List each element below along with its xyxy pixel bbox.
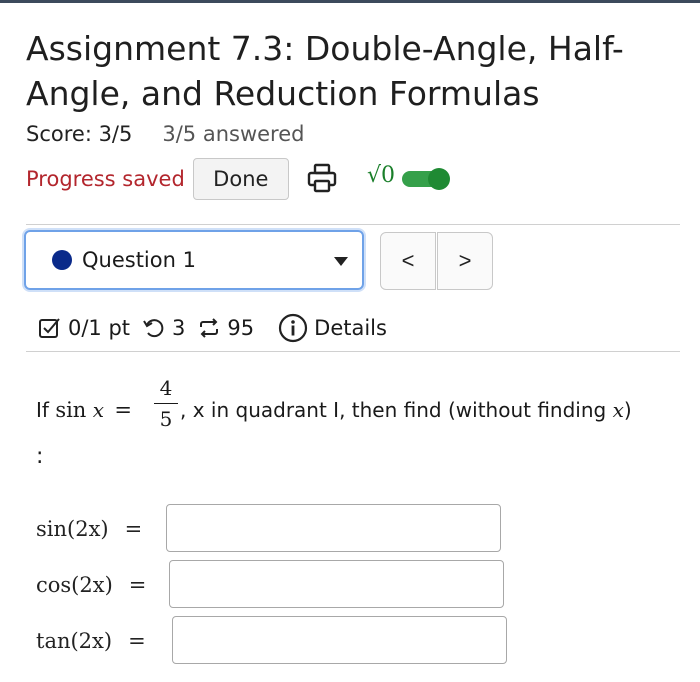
sin-2x-input[interactable] — [166, 504, 501, 552]
answer-row-cos: cos(2x) = — [36, 560, 146, 610]
divider — [26, 351, 680, 352]
answer-equals: = — [128, 573, 147, 597]
answer-row-tan: tan(2x) = — [36, 616, 146, 666]
question-select-label: Question 1 — [82, 248, 196, 272]
problem-text-var: x — [612, 398, 624, 422]
score-row: Score: 3/5 3/5 answered — [26, 122, 304, 146]
toggle-knob — [428, 168, 450, 190]
fraction-bar — [154, 403, 178, 404]
details-link[interactable]: Details — [314, 316, 387, 340]
retries-count: 3 — [172, 316, 186, 340]
answered-count: 3/5 answered — [162, 122, 305, 146]
printer-icon[interactable] — [306, 162, 338, 194]
score-text: Score: 3/5 — [26, 122, 133, 146]
page-title: Assignment 7.3: Double-Angle, Half-Angle… — [26, 29, 624, 113]
question-meta-row: 0/1 pt 3 95 Details — [38, 310, 387, 346]
top-border — [0, 0, 700, 3]
progress-row: Progress saved Done — [26, 158, 289, 200]
problem-text: x in quadrant I, then find (without find… — [186, 398, 613, 422]
problem-equals: = — [114, 398, 132, 422]
answer-equals: = — [128, 629, 146, 653]
math-entry-toggle[interactable] — [402, 168, 450, 190]
fraction-denominator: 5 — [159, 407, 173, 431]
repeat-icon — [200, 318, 219, 338]
points-text: 0/1 pt — [68, 316, 131, 340]
previous-question-button[interactable]: < — [380, 232, 436, 290]
question-status-dot — [52, 250, 72, 270]
problem-statement: If sin x = 4 5 , x in quadrant I, then f… — [36, 376, 686, 440]
problem-func: sin — [55, 398, 87, 422]
answer-equals: = — [124, 517, 143, 541]
tan-2x-input[interactable] — [172, 616, 507, 664]
attempts-count: 95 — [227, 316, 255, 340]
answer-row-sin: sin(2x) = — [36, 504, 142, 554]
info-icon[interactable] — [278, 313, 308, 343]
answer-label-cos: cos(2x) — [36, 573, 113, 597]
fraction-numerator: 4 — [159, 376, 173, 400]
problem-prefix: If — [36, 398, 49, 422]
checkbox-pencil-icon — [39, 318, 60, 338]
next-question-button[interactable]: > — [437, 232, 493, 290]
answer-label-sin: sin(2x) — [36, 517, 109, 541]
divider — [26, 224, 680, 225]
done-button[interactable]: Done — [192, 158, 289, 200]
question-select[interactable]: Question 1 — [24, 230, 364, 290]
problem-text-end: ) — [623, 398, 632, 422]
problem-colon: : — [36, 444, 44, 469]
answer-label-tan: tan(2x) — [36, 629, 113, 653]
progress-saved-text: Progress saved — [26, 167, 185, 191]
undo-icon — [143, 319, 164, 338]
problem-var: x — [92, 398, 104, 422]
chevron-down-icon — [334, 257, 348, 266]
math-entry-toggle-label: √0 — [367, 163, 396, 188]
fraction-four-fifths: 4 5 — [154, 376, 178, 431]
cos-2x-input[interactable] — [169, 560, 504, 608]
